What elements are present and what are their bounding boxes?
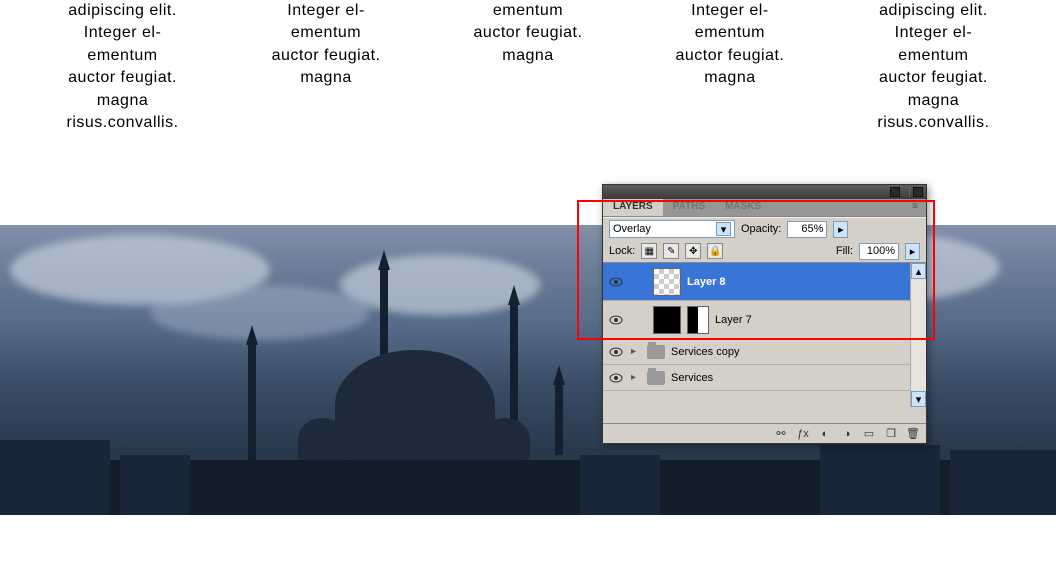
visibility-icon[interactable] <box>607 273 625 291</box>
opacity-label: Opacity: <box>741 223 781 235</box>
opts-row-1: Overlay ▾ Opacity: 65% ▸ <box>603 217 926 240</box>
layer-row-services[interactable]: ▸ Services <box>603 365 926 391</box>
delete-layer-icon[interactable]: 🗑 <box>904 426 922 442</box>
layer-name: Services <box>671 372 713 384</box>
tab-paths[interactable]: PATHS <box>663 199 715 216</box>
text-col-5: adipiscing elit. Integer el- ementum auc… <box>877 0 989 134</box>
new-layer-icon[interactable]: ❐ <box>882 426 900 442</box>
layer-mask-thumbnail <box>687 306 709 334</box>
chevron-down-icon: ▾ <box>716 222 731 236</box>
layer-mask-icon[interactable]: ◐ <box>816 426 834 442</box>
layer-thumbnail <box>653 306 681 334</box>
collapse-icon[interactable] <box>890 187 900 197</box>
blend-mode-value: Overlay <box>613 223 651 235</box>
opts-row-2: Lock: ▦ ✎ ✥ 🔒 Fill: 100% ▸ <box>603 240 926 262</box>
panel-footer: ⚯ ƒx ◐ ◑ ▭ ❐ 🗑 <box>603 423 926 443</box>
fill-label: Fill: <box>836 245 853 257</box>
lock-label: Lock: <box>609 245 635 257</box>
visibility-icon[interactable] <box>607 311 625 329</box>
layer-row-services-copy[interactable]: ▸ Services copy <box>603 339 926 365</box>
fill-flyout-icon[interactable]: ▸ <box>905 243 920 260</box>
visibility-icon[interactable] <box>607 343 625 361</box>
scroll-up-icon[interactable]: ▴ <box>911 263 926 279</box>
chevron-right-icon[interactable]: ▸ <box>631 346 643 357</box>
layer-name: Layer 7 <box>715 314 752 326</box>
lock-move-icon[interactable]: ✥ <box>685 243 701 259</box>
blend-mode-dropdown[interactable]: Overlay ▾ <box>609 220 735 238</box>
layer-thumbnail <box>653 268 681 296</box>
visibility-icon[interactable] <box>607 369 625 387</box>
layer-name: Layer 8 <box>687 276 726 288</box>
fx-icon[interactable]: ƒx <box>794 426 812 442</box>
lock-brush-icon[interactable]: ✎ <box>663 243 679 259</box>
text-columns: adipiscing elit. Integer el- ementum auc… <box>0 0 1056 134</box>
new-group-icon[interactable]: ▭ <box>860 426 878 442</box>
text-col-4: Integer el- ementum auctor feugiat. magn… <box>675 0 784 134</box>
lock-all-icon[interactable]: 🔒 <box>707 243 723 259</box>
folder-icon <box>647 345 665 359</box>
layer-name: Services copy <box>671 346 739 358</box>
tab-layers[interactable]: LAYERS <box>603 199 663 216</box>
panel-menu-icon[interactable]: ≡ <box>908 201 922 213</box>
close-icon[interactable] <box>913 187 923 197</box>
layer-row-layer8[interactable]: Layer 8 <box>603 263 926 301</box>
text-col-2: Integer el- ementum auctor feugiat. magn… <box>272 0 381 134</box>
tab-masks[interactable]: MASKS <box>715 199 771 216</box>
panel-titlebar[interactable] <box>603 185 926 199</box>
panel-tabs: LAYERS PATHS MASKS <box>603 199 926 217</box>
scrollbar[interactable]: ▴ ▾ <box>910 263 926 407</box>
layer-row-layer7[interactable]: Layer 7 <box>603 301 926 339</box>
opacity-flyout-icon[interactable]: ▸ <box>833 221 848 238</box>
scroll-down-icon[interactable]: ▾ <box>911 391 926 407</box>
chevron-right-icon[interactable]: ▸ <box>631 372 643 383</box>
adjustment-layer-icon[interactable]: ◑ <box>838 426 856 442</box>
opacity-field[interactable]: 65% <box>787 221 827 238</box>
link-layers-icon[interactable]: ⚯ <box>772 426 790 442</box>
layers-panel: LAYERS PATHS MASKS ≡ Overlay ▾ Opacity: … <box>602 184 927 444</box>
text-col-3: ementum auctor feugiat. magna <box>474 0 583 134</box>
text-col-1: adipiscing elit. Integer el- ementum auc… <box>67 0 179 134</box>
layer-list: Layer 8 Layer 7 ▸ Services copy ▸ Servic… <box>603 262 926 407</box>
lock-transparency-icon[interactable]: ▦ <box>641 243 657 259</box>
folder-icon <box>647 371 665 385</box>
fill-field[interactable]: 100% <box>859 243 899 260</box>
